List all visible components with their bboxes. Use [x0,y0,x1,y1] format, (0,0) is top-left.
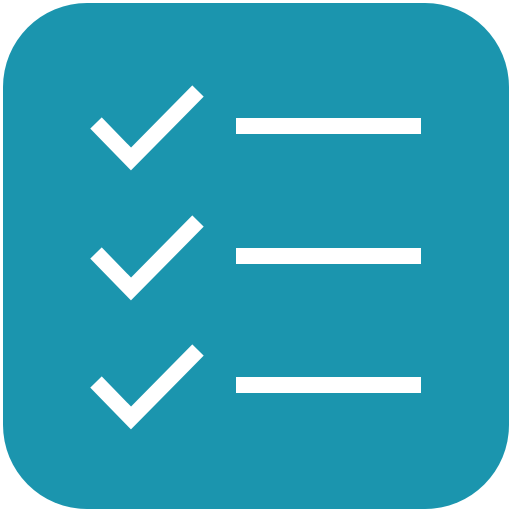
checklist-row [90,215,421,301]
line-icon [236,377,421,393]
check-icon [90,85,204,171]
line-icon [236,118,421,134]
checklist-icon [90,85,421,430]
checklist-row [90,85,421,171]
line-icon [236,248,421,264]
checklist-row [90,344,421,430]
check-icon [90,215,204,301]
check-icon [90,344,204,430]
